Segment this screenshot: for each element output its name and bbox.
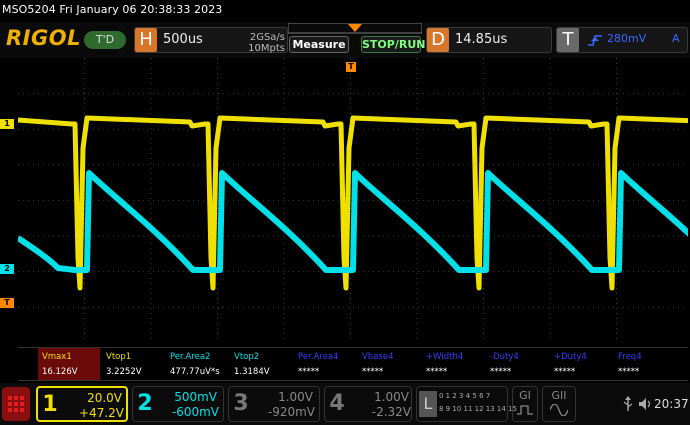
trigger-level: 280mV [607,32,647,45]
trigger-level-marker[interactable]: T [0,298,14,308]
ch2-status[interactable]: 2 500mV -600mV [132,386,224,422]
measurement-item[interactable]: Vmax1 16.126V [38,348,100,380]
measurement-value: 477.77uV*s [170,367,220,377]
horizontal-timebase-box[interactable]: H 500us 2GSa/s 10Mpts [134,27,288,54]
ch1-offset-marker[interactable]: 1 [0,119,14,129]
pulse-icon [517,405,533,415]
title-bar: MSO5204 Fri January 06 20:38:33 2023 [0,0,690,22]
measurement-value: ***** [362,367,384,377]
decoder-2-label: GII [551,389,567,402]
sample-info: 2GSa/s 10Mpts [229,32,285,54]
measurement-item[interactable]: -Duty4 ***** [486,348,548,380]
ch1-number: 1 [42,392,58,417]
ch4-scale: 1.00V [374,390,409,404]
delay-value: 14.85us [455,32,508,47]
trigger-letter: T [557,28,579,52]
trigger-box[interactable]: T 280mV A [556,27,688,53]
measurement-label: Vtop1 [106,352,132,362]
measurement-item[interactable]: Per.Area2 477.77uV*s [166,348,228,380]
decoder-1-button[interactable]: GI [512,386,538,422]
ch2-offset: -600mV [171,405,219,419]
measurement-item[interactable]: +Width4 ***** [422,348,484,380]
measurement-item[interactable]: Per.Area4 ***** [294,348,356,380]
channel-status-bar: 1 20.0V +47.2V 2 500mV -600mV 3 1.00V -9… [0,383,690,425]
measurement-value: 1.3184V [234,367,270,377]
measurement-label: Per.Area2 [170,352,211,362]
logic-row2: 8 9 10 11 12 13 14 15 [439,405,517,413]
measure-button[interactable]: Measure [289,36,349,53]
memory-depth: 10Mpts [248,43,285,54]
speaker-icon[interactable] [638,397,652,411]
measurement-label: Vbase4 [362,352,394,362]
ch2-scale: 500mV [174,390,217,404]
device-title: MSO5204 Fri January 06 20:38:33 2023 [2,3,223,16]
measurement-value: ***** [554,367,576,377]
ch3-status[interactable]: 3 1.00V -920mV [228,386,320,422]
sample-rate: 2GSa/s [249,32,285,43]
trigger-source-flag: A [672,32,680,45]
measurement-item[interactable]: Vtop1 3.2252V [102,348,164,380]
measurement-value: 16.126V [42,367,78,377]
memory-indicator [288,23,422,34]
decoder-1-label: GI [519,389,531,402]
clock: 20:37 [654,397,689,411]
ch2-number: 2 [137,391,153,416]
ch1-scale: 20.0V [87,391,122,405]
trigger-status-badge: T'D [84,31,126,49]
logic-letter: L [419,391,437,417]
measurement-value: ***** [298,367,320,377]
trigger-time-marker[interactable]: T [346,62,356,72]
ch1-status[interactable]: 1 20.0V +47.2V [36,386,128,422]
measurement-value: 3.2252V [106,367,142,377]
measurement-label: +Duty4 [554,352,587,362]
ch2-offset-marker[interactable]: 2 [0,264,14,274]
waveform-display[interactable] [18,58,688,343]
measurement-item[interactable]: Freq4 ***** [614,348,676,380]
measurement-value: ***** [618,367,640,377]
menu-button[interactable] [2,387,30,421]
delay-box[interactable]: D 14.85us [426,27,552,53]
measurement-label: Vmax1 [42,352,72,362]
top-toolbar: RIGOL T'D H 500us 2GSa/s 10Mpts Measure … [0,22,690,58]
ch1-offset: +47.2V [79,406,124,420]
grid-menu-icon [8,396,24,412]
logic-status[interactable]: L 0 1 2 3 4 5 6 7 8 9 10 11 12 13 14 15 [416,386,517,422]
ch3-scale: 1.00V [278,390,313,404]
ch4-status[interactable]: 4 1.00V -2.32V [324,386,412,422]
ch4-offset: -2.32V [371,405,411,419]
measurement-bar: Vmax1 16.126V Vtop1 3.2252V Per.Area2 477.77u… [18,347,688,381]
trigger-position-icon [348,24,362,32]
measurement-label: Freq4 [618,352,642,362]
ch4-number: 4 [329,391,345,416]
decoder-2-button[interactable]: GII [542,386,576,422]
logic-row1: 0 1 2 3 4 5 6 7 [439,392,491,400]
rigol-logo[interactable]: RIGOL [6,26,81,50]
usb-icon [623,396,633,411]
delay-letter: D [427,28,449,52]
measurement-item[interactable]: +Duty4 ***** [550,348,612,380]
measurement-label: +Width4 [426,352,464,362]
measurement-label: -Duty4 [490,352,519,362]
timebase-value: 500us [163,32,203,47]
measurement-item[interactable]: Vbase4 ***** [358,348,420,380]
measurement-value: ***** [490,367,512,377]
measurement-label: Vtop2 [234,352,260,362]
stop-run-button[interactable]: STOP/RUN [361,36,425,53]
horizontal-letter: H [135,28,157,52]
measurement-value: ***** [426,367,448,377]
sine-icon [550,404,568,416]
measurement-label: Per.Area4 [298,352,339,362]
ch3-number: 3 [233,391,249,416]
ch3-offset: -920mV [267,405,315,419]
measurement-item[interactable]: Vtop2 1.3184V [230,348,292,380]
rising-edge-icon [588,35,602,46]
